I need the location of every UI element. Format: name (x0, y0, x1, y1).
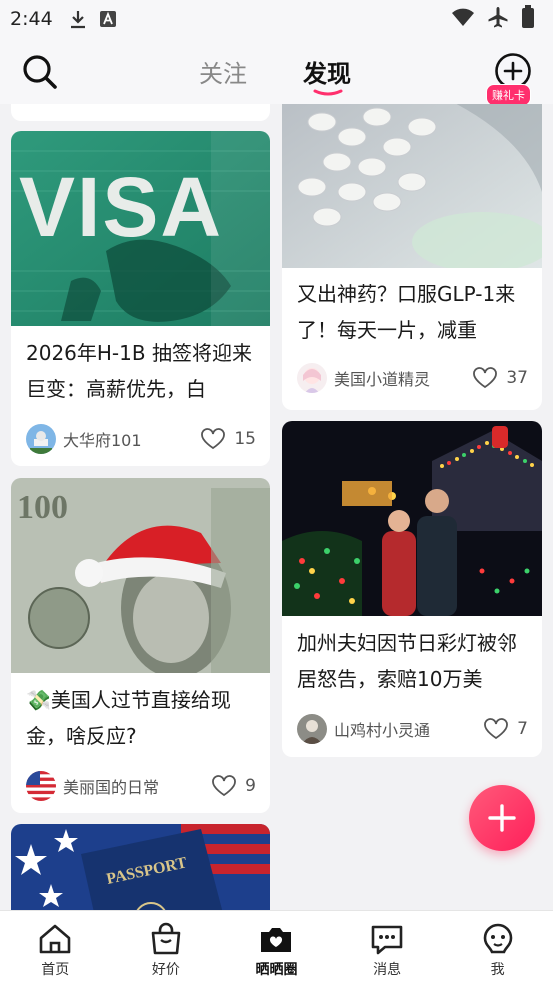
feed-card[interactable]: 加州夫妇因节日彩灯被邻居怒告，索赔10万美 山鸡村小灵通 7 (282, 421, 542, 757)
top-bar: 关注 发现 赚礼卡 (0, 38, 553, 106)
nav-label: 首页 (41, 962, 70, 978)
nav-deals[interactable]: 好价 (111, 911, 222, 983)
like-button[interactable]: 7 (483, 718, 528, 740)
like-button[interactable]: 37 (472, 367, 528, 389)
card-title: 又出神药？口服GLP-1来了！每天一片，减重 (297, 282, 516, 342)
author-name[interactable]: 美国小道精灵 (334, 366, 472, 390)
nav-label: 好价 (151, 962, 180, 978)
white-pills-photo (282, 104, 542, 268)
bottom-navigation: 首页 好价 晒晒圈 消息 我 (0, 910, 553, 983)
money-wings-emoji: 💸 (26, 688, 51, 712)
author-name[interactable]: 美丽国的日常 (63, 774, 211, 798)
feed-card[interactable]: VISA 2026年H-1B 抽签将迎来巨变：高薪优先，白 大华府101 15 (11, 131, 270, 466)
feed-card[interactable]: PASSPORT (11, 824, 270, 910)
card-meta: 美丽国的日常 9 (26, 770, 256, 802)
tab-discover[interactable]: 发现 (303, 54, 351, 89)
nav-label: 晒晒圈 (255, 962, 298, 978)
gift-card-badge[interactable]: 赚礼卡 (486, 84, 531, 106)
us-passport-flag-photo: PASSPORT (11, 824, 270, 910)
feed-card-partial[interactable] (11, 104, 270, 121)
tab-follow[interactable]: 关注 (199, 54, 247, 89)
heart-icon (201, 428, 226, 450)
nav-label: 我 (490, 962, 505, 978)
nav-messages[interactable]: 消息 (332, 911, 443, 983)
search-icon (23, 55, 57, 89)
card-title: 加州夫妇因节日彩灯被邻居怒告，索赔10万美 (297, 631, 517, 691)
avatar[interactable] (297, 363, 327, 393)
new-post-fab[interactable] (469, 785, 535, 851)
dollar-bill-santa-hat-photo: 100 (11, 478, 270, 673)
feed-card[interactable]: 又出神药？口服GLP-1来了！每天一片，减重 美国小道精灵 37 (282, 104, 542, 410)
heart-icon (212, 775, 237, 797)
battery-icon (521, 4, 535, 34)
nav-me[interactable]: 我 (442, 911, 553, 983)
author-name[interactable]: 大华府101 (63, 427, 200, 451)
like-button[interactable]: 9 (211, 775, 256, 797)
heart-icon (484, 718, 509, 740)
nav-home[interactable]: 首页 (0, 911, 111, 983)
a-badge-icon (99, 10, 117, 28)
visa-document-photo: VISA (11, 131, 270, 326)
card-meta: 大华府101 15 (26, 423, 256, 455)
svg-text:100: 100 (17, 489, 68, 526)
like-count: 37 (506, 368, 528, 388)
avatar[interactable] (297, 714, 327, 744)
like-button[interactable]: 15 (200, 428, 256, 450)
card-meta: 山鸡村小灵通 7 (297, 713, 528, 745)
like-count: 15 (234, 429, 256, 449)
heart-icon (473, 367, 498, 389)
like-count: 9 (245, 776, 256, 796)
author-name[interactable]: 山鸡村小灵通 (334, 717, 483, 741)
download-icon (69, 9, 87, 29)
face-icon (483, 923, 512, 954)
feed-card[interactable]: 100 💸美国人过节直接给现金，啥反应? 美丽国的日常 9 (11, 478, 270, 813)
active-tab-indicator (313, 89, 343, 96)
shopping-bag-icon (151, 922, 181, 955)
card-title: 2026年H-1B 抽签将迎来巨变：高薪优先，白 (26, 341, 252, 401)
card-title: 💸美国人过节直接给现金，啥反应? (26, 688, 231, 748)
discover-feed[interactable]: VISA 2026年H-1B 抽签将迎来巨变：高薪优先，白 大华府101 15 (0, 104, 553, 910)
camera-heart-icon (261, 928, 292, 952)
svg-text:VISA: VISA (19, 160, 223, 254)
christmas-lights-couple-photo (282, 421, 542, 616)
chat-bubble-icon (371, 925, 403, 955)
airplane-mode-icon (487, 6, 509, 33)
status-time: 2:44 (10, 8, 53, 30)
nav-label: 消息 (373, 962, 402, 978)
card-meta: 美国小道精灵 37 (297, 362, 528, 394)
avatar[interactable] (26, 424, 56, 454)
search-button[interactable] (20, 52, 60, 92)
plus-icon (488, 804, 516, 832)
avatar[interactable] (26, 771, 56, 801)
nav-moments[interactable]: 晒晒圈 (221, 911, 332, 983)
home-icon (39, 924, 71, 954)
like-count: 7 (517, 719, 528, 739)
wifi-icon (451, 7, 475, 32)
status-bar: 2:44 (0, 0, 553, 38)
